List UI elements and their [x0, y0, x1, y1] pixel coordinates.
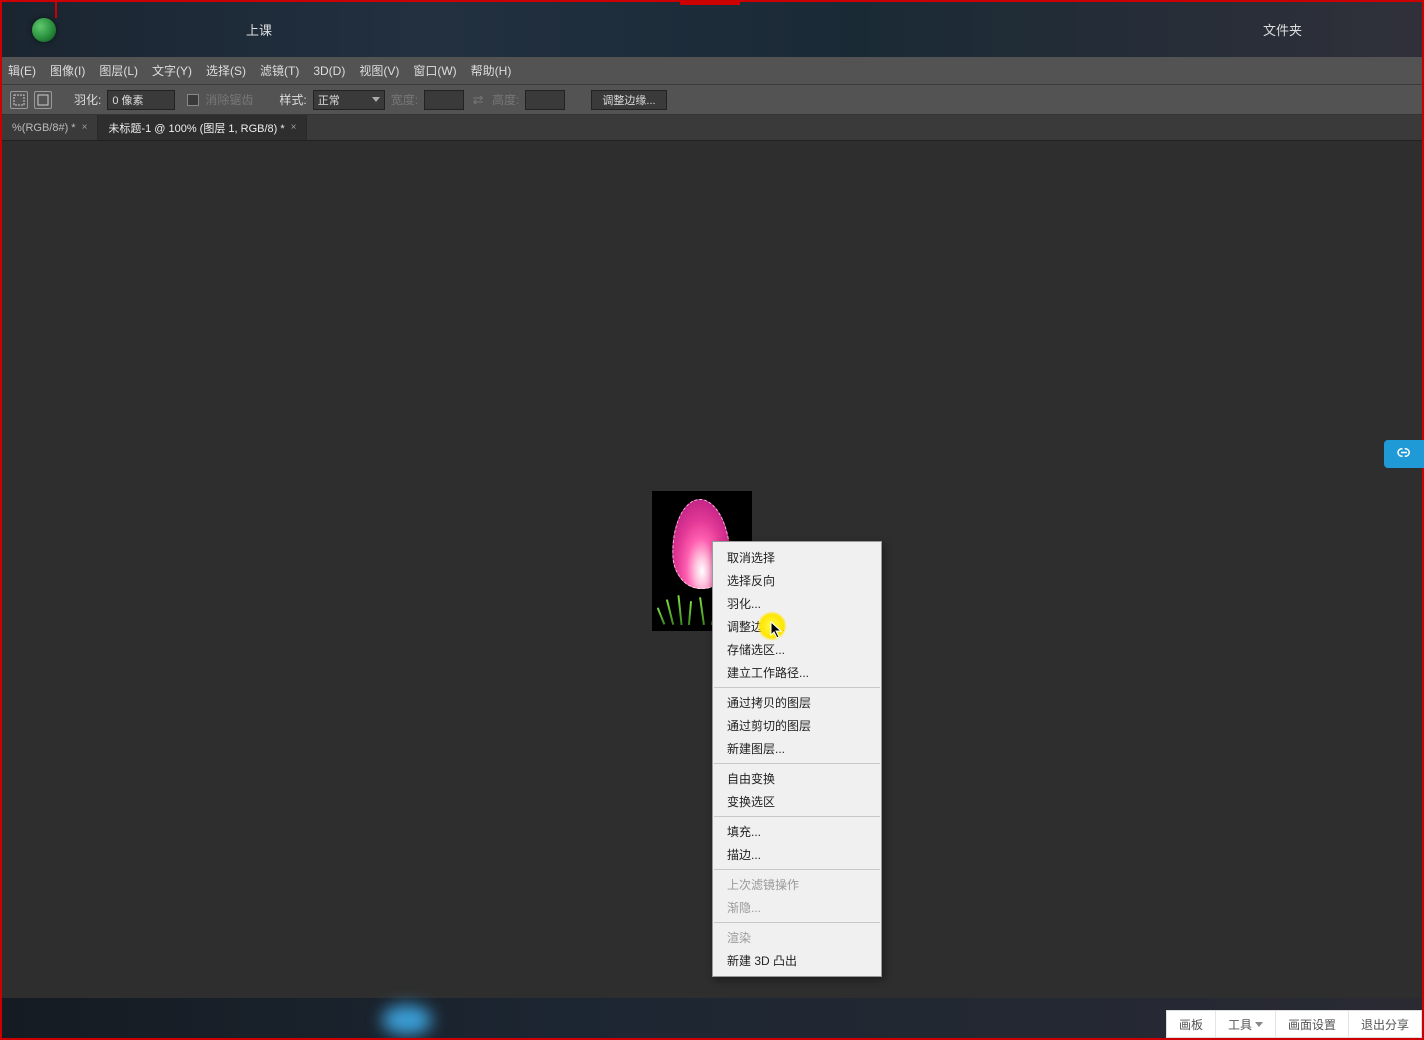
menubar: 辑(E) 图像(I) 图层(L) 文字(Y) 选择(S) 滤镜(T) 3D(D) 视图(V) 窗… — [2, 57, 1422, 85]
context-menu-item[interactable]: 自由变换 — [713, 767, 881, 790]
lesson-top-bar: 上课 文件夹 — [2, 2, 1422, 57]
chevron-down-icon — [1255, 1022, 1263, 1027]
share-toolbar-item[interactable]: 画板 — [1167, 1011, 1215, 1037]
height-input — [525, 90, 565, 110]
context-menu-item[interactable]: 变换选区 — [713, 790, 881, 813]
toolbar-label: 退出分享 — [1361, 1016, 1409, 1033]
share-badge[interactable] — [1384, 440, 1424, 468]
context-menu-item[interactable]: 填充... — [713, 820, 881, 843]
toolbar-label: 画板 — [1179, 1016, 1203, 1033]
menu-3dd[interactable]: 3D(D) — [313, 64, 345, 78]
menu-辑e[interactable]: 辑(E) — [8, 62, 36, 79]
context-menu-item: 上次滤镜操作 — [713, 873, 881, 896]
menu-separator — [714, 869, 880, 870]
toolbar-label: 工具 — [1228, 1016, 1252, 1033]
options-bar: 羽化: 0 像素 消除锯齿 样式: 正常 宽度: ⇄ 高度: 调整边缘... — [2, 85, 1422, 115]
document-tabbar: %(RGB/8#) *×未标题-1 @ 100% (图层 1, RGB/8) *… — [2, 115, 1422, 141]
swap-icon: ⇄ — [470, 92, 486, 108]
menu-separator — [714, 763, 880, 764]
lesson-button[interactable]: 上课 — [246, 20, 272, 39]
feather-label: 羽化: — [74, 91, 101, 108]
tab-label: 未标题-1 @ 100% (图层 1, RGB/8) * — [108, 120, 284, 136]
context-menu-item[interactable]: 存储选区... — [713, 638, 881, 661]
context-menu-item[interactable]: 通过剪切的图层 — [713, 714, 881, 737]
menu-帮助h[interactable]: 帮助(H) — [471, 62, 512, 79]
style-dropdown[interactable]: 正常 — [313, 90, 385, 110]
close-icon[interactable]: × — [291, 122, 297, 133]
feather-input[interactable]: 0 像素 — [107, 90, 175, 110]
recording-marker — [55, 0, 57, 18]
close-icon[interactable]: × — [82, 122, 88, 133]
menu-separator — [714, 922, 880, 923]
marquee-tool-icon[interactable] — [10, 91, 28, 109]
antialias-checkbox[interactable] — [187, 94, 199, 106]
context-menu: 取消选择选择反向羽化...调整边缘...存储选区...建立工作路径... 通过拷贝… — [712, 541, 882, 977]
globe-icon — [32, 18, 56, 42]
selection-mode-icon[interactable] — [34, 91, 52, 109]
width-input — [424, 90, 464, 110]
context-menu-item: 渲染 — [713, 926, 881, 949]
menu-窗口w[interactable]: 窗口(W) — [413, 62, 456, 79]
share-toolbar-item[interactable]: 工具 — [1215, 1011, 1275, 1037]
share-toolbar-item[interactable]: 退出分享 — [1348, 1011, 1421, 1037]
context-menu-item[interactable]: 通过拷贝的图层 — [713, 691, 881, 714]
chevron-down-icon — [372, 97, 380, 102]
menu-separator — [714, 687, 880, 688]
menu-图像i[interactable]: 图像(I) — [50, 62, 85, 79]
context-menu-item[interactable]: 描边... — [713, 843, 881, 866]
photoshop-window: 辑(E) 图像(I) 图层(L) 文字(Y) 选择(S) 滤镜(T) 3D(D) 视图(V) 窗… — [2, 57, 1422, 1038]
link-icon — [1395, 445, 1413, 463]
width-label: 宽度: — [391, 91, 418, 108]
share-toolbar-item[interactable]: 画面设置 — [1275, 1011, 1348, 1037]
document-tab[interactable]: %(RGB/8#) * × — [2, 115, 98, 140]
document-tab[interactable]: 未标题-1 @ 100% (图层 1, RGB/8) * × — [98, 115, 307, 140]
canvas-area[interactable]: 取消选择选择反向羽化...调整边缘...存储选区...建立工作路径... 通过拷贝… — [2, 141, 1422, 1016]
context-menu-item[interactable]: 建立工作路径... — [713, 661, 881, 684]
context-menu-item[interactable]: 新建图层... — [713, 737, 881, 760]
context-menu-item: 渐隐... — [713, 896, 881, 919]
share-toolbar: 画板 工具 画面设置 退出分享 — [1166, 1010, 1422, 1038]
context-menu-item[interactable]: 取消选择 — [713, 546, 881, 569]
menu-separator — [714, 816, 880, 817]
tab-label: %(RGB/8#) * — [12, 122, 76, 134]
toolbar-label: 画面设置 — [1288, 1016, 1336, 1033]
style-label: 样式: — [279, 91, 306, 108]
context-menu-item[interactable]: 新建 3D 凸出 — [713, 949, 881, 972]
context-menu-item[interactable]: 羽化... — [713, 592, 881, 615]
menu-图层l[interactable]: 图层(L) — [99, 62, 138, 79]
context-menu-item[interactable]: 选择反向 — [713, 569, 881, 592]
height-label: 高度: — [492, 91, 519, 108]
menu-视图v[interactable]: 视图(V) — [359, 62, 399, 79]
recording-tab-marker — [680, 0, 740, 5]
menu-文字y[interactable]: 文字(Y) — [152, 62, 192, 79]
context-menu-item[interactable]: 调整边缘... — [713, 615, 881, 638]
folder-button[interactable]: 文件夹 — [1263, 20, 1302, 39]
refine-edge-button[interactable]: 调整边缘... — [591, 90, 666, 110]
menu-滤镜t[interactable]: 滤镜(T) — [260, 62, 299, 79]
menu-选择s[interactable]: 选择(S) — [206, 62, 246, 79]
antialias-label: 消除锯齿 — [205, 91, 253, 108]
